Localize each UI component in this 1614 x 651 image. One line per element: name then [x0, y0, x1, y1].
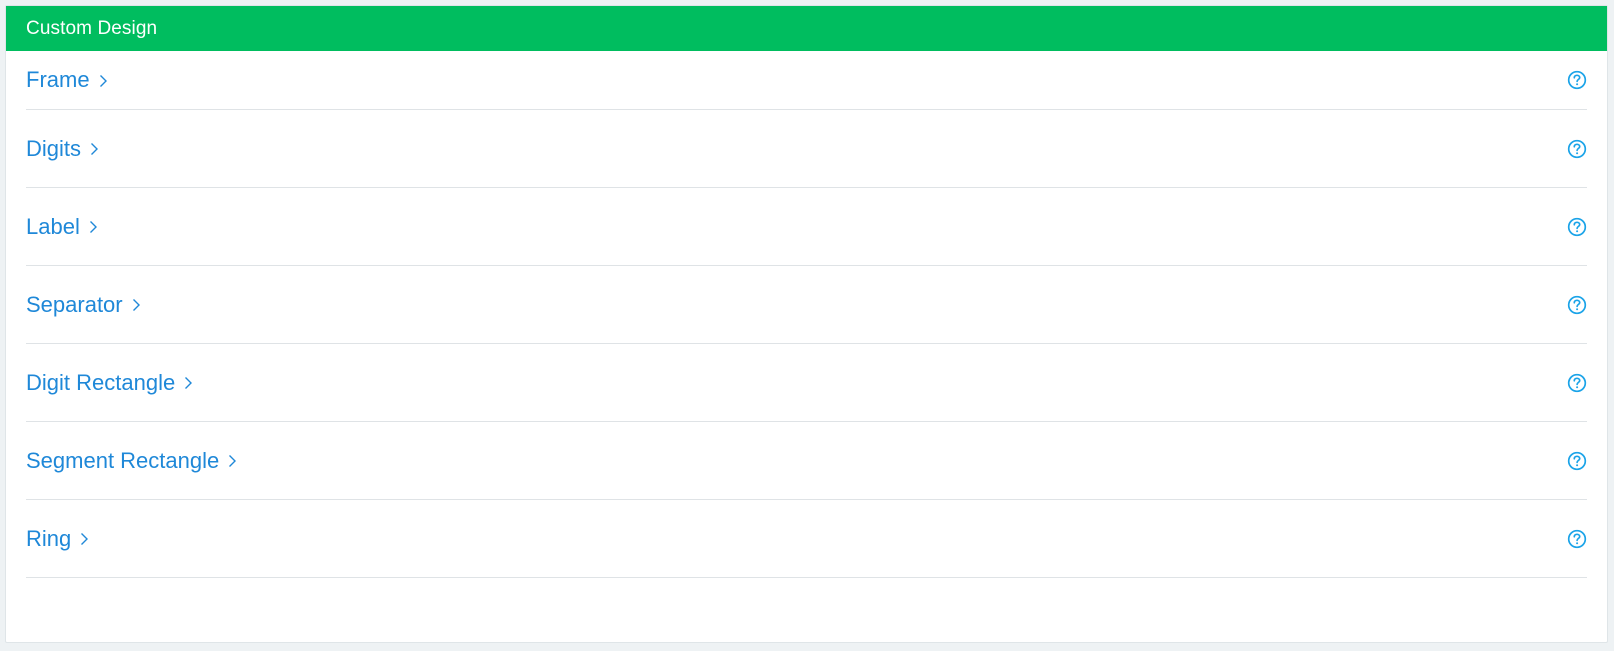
section-toggle-separator[interactable]: Separator — [26, 291, 141, 317]
section-row-segment-rectangle[interactable]: Segment Rectangle — [26, 422, 1587, 500]
help-icon[interactable] — [1567, 529, 1587, 549]
section-row-label[interactable]: Label — [26, 188, 1587, 266]
chevron-right-icon — [132, 299, 140, 311]
section-toggle-frame[interactable]: Frame — [26, 69, 108, 91]
section-label: Frame — [26, 67, 90, 92]
section-label: Digits — [26, 135, 82, 161]
section-toggle-digits[interactable]: Digits — [26, 135, 99, 161]
section-toggle-segment-rectangle[interactable]: Segment Rectangle — [26, 447, 237, 473]
chevron-right-icon — [91, 143, 99, 155]
section-label: Ring — [26, 525, 72, 551]
help-icon[interactable] — [1567, 217, 1587, 237]
section-row-frame[interactable]: Frame — [26, 51, 1587, 110]
section-label: Digit Rectangle — [26, 369, 176, 395]
chevron-right-icon — [229, 455, 237, 467]
section-toggle-digit-rectangle[interactable]: Digit Rectangle — [26, 369, 193, 395]
help-icon[interactable] — [1567, 373, 1587, 393]
panel-header: Custom Design — [6, 6, 1607, 51]
section-toggle-label[interactable]: Label — [26, 213, 98, 239]
section-row-ring[interactable]: Ring — [26, 500, 1587, 578]
section-label: Separator — [26, 291, 123, 317]
chevron-right-icon — [185, 377, 193, 389]
chevron-right-icon — [81, 533, 89, 545]
custom-design-panel: Custom Design Frame Digits Label Separat… — [5, 5, 1608, 643]
help-icon[interactable] — [1567, 70, 1587, 90]
panel-title: Custom Design — [26, 17, 158, 39]
section-row-digit-rectangle[interactable]: Digit Rectangle — [26, 344, 1587, 422]
section-list: Frame Digits Label Separator Digit Recta… — [6, 51, 1607, 578]
section-toggle-ring[interactable]: Ring — [26, 525, 89, 551]
help-icon[interactable] — [1567, 451, 1587, 471]
help-icon[interactable] — [1567, 295, 1587, 315]
section-label: Label — [26, 213, 80, 239]
chevron-right-icon — [89, 221, 97, 233]
section-row-digits[interactable]: Digits — [26, 110, 1587, 188]
section-label: Segment Rectangle — [26, 447, 220, 473]
help-icon[interactable] — [1567, 139, 1587, 159]
section-row-separator[interactable]: Separator — [26, 266, 1587, 344]
chevron-right-icon — [99, 74, 107, 87]
